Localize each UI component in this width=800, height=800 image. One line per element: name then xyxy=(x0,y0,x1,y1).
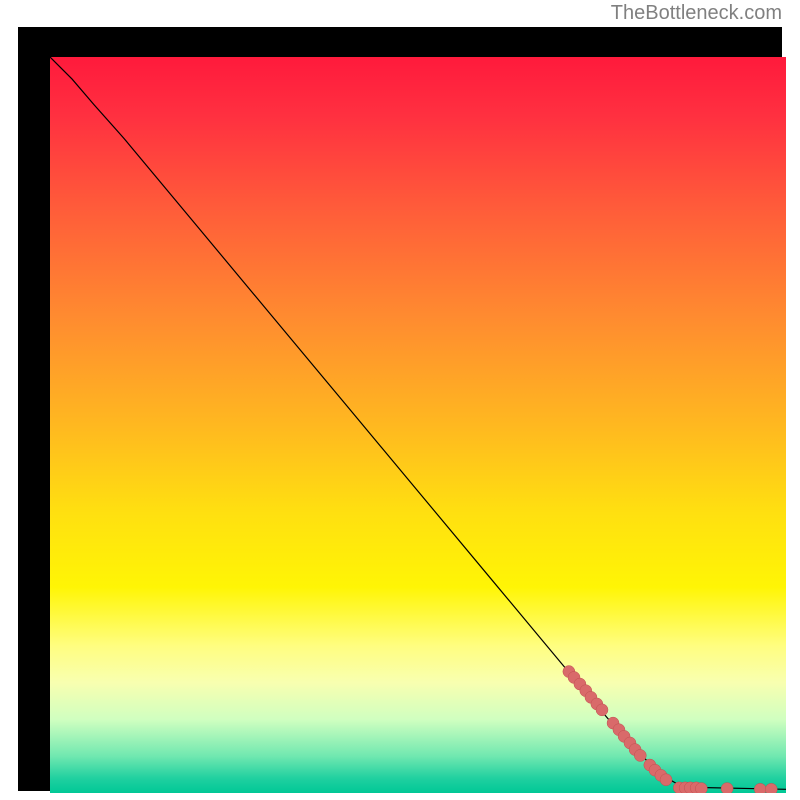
data-point xyxy=(721,783,733,793)
chart-container: TheBottleneck.com xyxy=(0,0,800,800)
chart-frame xyxy=(18,27,782,791)
chart-overlay xyxy=(50,57,786,793)
data-point xyxy=(596,704,608,716)
data-point xyxy=(765,783,777,793)
data-points-group xyxy=(563,666,777,793)
data-point xyxy=(660,774,672,786)
data-point xyxy=(695,783,707,793)
plot-area xyxy=(50,57,786,793)
data-point xyxy=(634,749,646,761)
data-point xyxy=(754,783,766,793)
bottleneck-curve xyxy=(50,57,786,789)
attribution-text: TheBottleneck.com xyxy=(611,2,782,25)
